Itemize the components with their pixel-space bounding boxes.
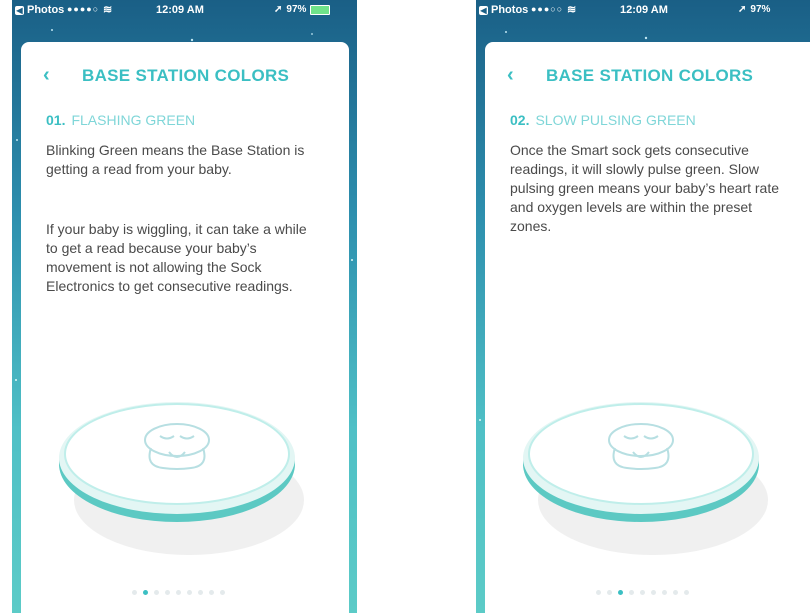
signal-strength-icon: ●●●●○ <box>67 4 100 14</box>
step-heading: 01. FLASHING GREEN <box>46 112 195 128</box>
page-dot-6[interactable] <box>651 590 656 595</box>
step-heading: 02. SLOW PULSING GREEN <box>510 112 696 128</box>
chevron-left-icon[interactable]: ‹ <box>43 64 50 86</box>
base-station-illustration <box>523 402 768 555</box>
back-app-label: Photos <box>491 4 529 16</box>
step-name: FLASHING GREEN <box>71 112 196 128</box>
step-number: 01. <box>46 112 66 128</box>
page-dot-7[interactable] <box>198 590 203 595</box>
page-indicator <box>596 590 689 595</box>
page-dot-5[interactable] <box>176 590 181 595</box>
page-dot-1[interactable] <box>132 590 137 595</box>
back-to-photos[interactable]: ◀ Photos <box>479 4 528 16</box>
phone-screen-1: ◀ Photos ●●●●○ ≋ 12:09 AM ➚ 97% ‹ BASE S… <box>12 0 357 613</box>
signal-strength-icon: ●●●○○ <box>531 4 564 14</box>
battery-icon <box>310 4 331 15</box>
back-app-label: Photos <box>27 4 65 16</box>
status-right: ➚ 97% <box>274 4 331 15</box>
page-dot-2[interactable] <box>143 590 148 595</box>
page-dot-7[interactable] <box>662 590 667 595</box>
page-dot-4[interactable] <box>165 590 170 595</box>
page-dot-8[interactable] <box>673 590 678 595</box>
wifi-icon: ≋ <box>103 4 113 16</box>
status-right: ➚ 97% <box>738 4 770 15</box>
back-app-icon: ◀ <box>15 5 24 15</box>
status-bar: ◀ Photos ●●●○○ ≋ 12:09 AM ➚ 97% <box>476 0 810 22</box>
description-paragraph-2: If your baby is wiggling, it can take a … <box>46 221 307 294</box>
content-card: ‹ BASE STATION COLORS 02. SLOW PULSING GR… <box>485 42 810 613</box>
page-dot-3[interactable] <box>618 590 623 595</box>
page-dot-3[interactable] <box>154 590 159 595</box>
page-dot-4[interactable] <box>629 590 634 595</box>
nav-bar: ‹ BASE STATION COLORS <box>21 64 349 86</box>
back-to-photos[interactable]: ◀ Photos <box>15 4 64 16</box>
page-dot-9[interactable] <box>684 590 689 595</box>
page-dot-6[interactable] <box>187 590 192 595</box>
step-name: SLOW PULSING GREEN <box>535 112 696 128</box>
content-card: ‹ BASE STATION COLORS 01. FLASHING GREEN … <box>21 42 349 613</box>
wifi-icon: ≋ <box>567 4 577 16</box>
back-app-icon: ◀ <box>479 5 488 15</box>
page-title: BASE STATION COLORS <box>82 66 290 85</box>
clock: 12:09 AM <box>620 4 668 16</box>
battery-percent: 97% <box>286 4 307 15</box>
location-arrow-icon: ➚ <box>738 4 747 15</box>
phone-screen-2: ◀ Photos ●●●○○ ≋ 12:09 AM ➚ 97% ‹ BASE S… <box>476 0 810 613</box>
page-dot-1[interactable] <box>596 590 601 595</box>
page-dot-8[interactable] <box>209 590 214 595</box>
clock: 12:09 AM <box>156 4 204 16</box>
battery-percent: 97% <box>750 4 771 15</box>
step-number: 02. <box>510 112 530 128</box>
chevron-left-icon[interactable]: ‹ <box>507 64 514 86</box>
description-paragraph-1: Once the Smart sock gets consecutive rea… <box>510 142 780 234</box>
page-dot-5[interactable] <box>640 590 645 595</box>
page-indicator <box>132 590 225 595</box>
base-station-illustration <box>59 402 304 555</box>
page-dot-2[interactable] <box>607 590 612 595</box>
location-arrow-icon: ➚ <box>274 4 283 15</box>
page-dot-9[interactable] <box>220 590 225 595</box>
page-title: BASE STATION COLORS <box>546 66 754 85</box>
description-paragraph-1: Blinking Green means the Base Station is… <box>46 142 305 177</box>
status-bar: ◀ Photos ●●●●○ ≋ 12:09 AM ➚ 97% <box>12 0 357 22</box>
nav-bar: ‹ BASE STATION COLORS <box>485 64 810 86</box>
